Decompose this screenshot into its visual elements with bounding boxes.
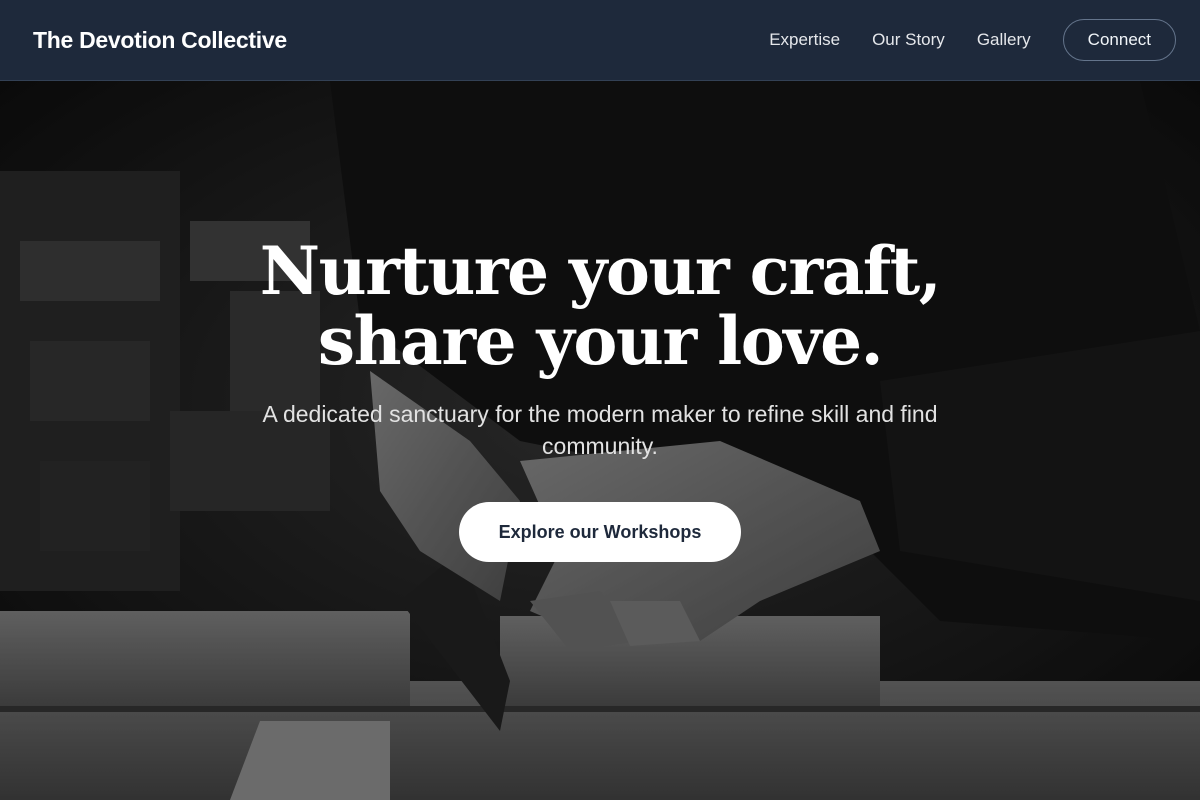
- hero-content: Nurture your craft, share your love. A d…: [0, 236, 1200, 562]
- hero-subtitle: A dedicated sanctuary for the modern mak…: [262, 401, 938, 459]
- hero-section: Nurture your craft, share your love. A d…: [0, 81, 1200, 800]
- hero-title-line-2: share your love.: [317, 302, 884, 380]
- hero-title: Nurture your craft, share your love.: [220, 236, 980, 376]
- nav-link-expertise[interactable]: Expertise: [769, 30, 840, 50]
- hero-title-line-1: Nurture your craft,: [259, 232, 942, 310]
- top-navbar: The Devotion Collective Expertise Our St…: [0, 0, 1200, 81]
- connect-button[interactable]: Connect: [1062, 19, 1176, 61]
- nav-link-our-story[interactable]: Our Story: [872, 30, 945, 50]
- nav-link-gallery[interactable]: Gallery: [977, 30, 1031, 50]
- nav-links: Expertise Our Story Gallery Connect: [769, 19, 1176, 61]
- explore-workshops-button[interactable]: Explore our Workshops: [458, 502, 742, 562]
- brand-logo[interactable]: The Devotion Collective: [33, 27, 287, 54]
